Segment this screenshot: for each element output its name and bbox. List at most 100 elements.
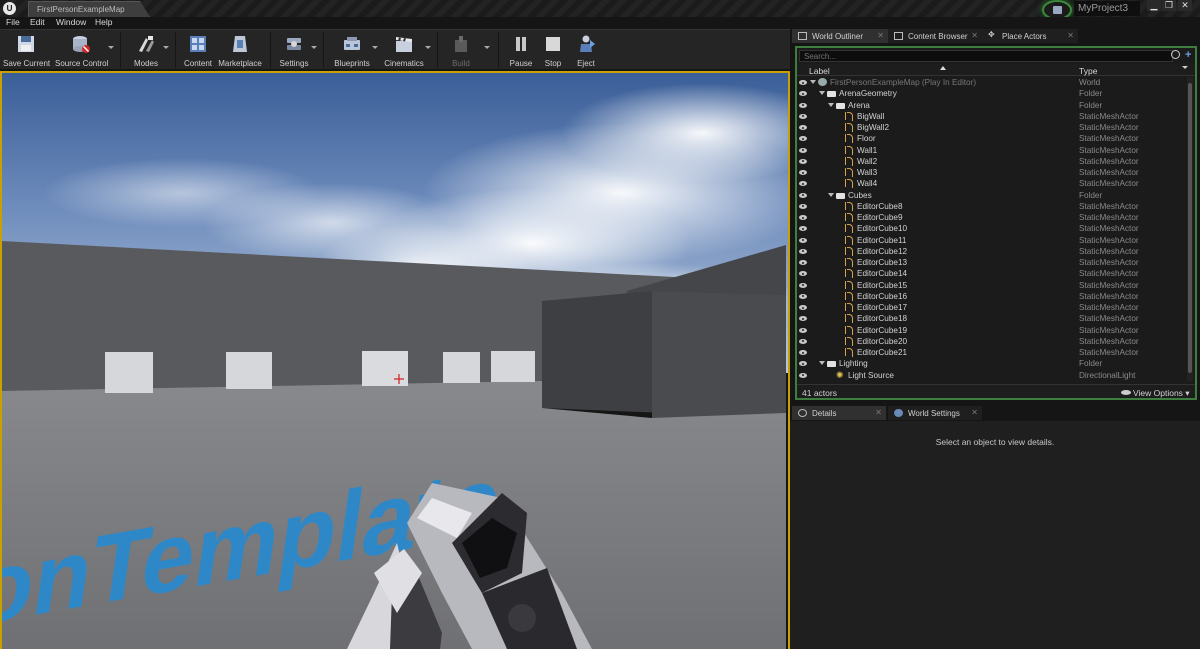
close-button[interactable]: ✕ [1178,0,1192,11]
visibility-eye-icon[interactable] [799,91,807,97]
build-button[interactable]: Build [444,32,478,68]
menu-help[interactable]: Help [95,17,112,27]
table-row[interactable]: EditorCube19 StaticMeshActor [797,325,1187,336]
visibility-eye-icon[interactable] [799,102,807,108]
table-row[interactable]: EditorCube16 StaticMeshActor [797,291,1187,302]
table-row[interactable]: EditorCube13 StaticMeshActor [797,257,1187,268]
tab-world-settings[interactable]: World Settings ✕ [888,406,982,420]
table-row[interactable]: Wall1 StaticMeshActor [797,145,1187,156]
visibility-eye-icon[interactable] [799,237,807,243]
modes-button[interactable]: Modes [128,32,164,68]
close-tab-icon[interactable]: ✕ [877,31,884,40]
visibility-eye-icon[interactable] [799,192,807,198]
table-row[interactable]: ArenaGeometry Folder [797,88,1187,99]
source-control-dropdown-icon[interactable] [108,46,114,49]
cinematics-button[interactable]: Cinematics [383,32,425,68]
cinematics-dropdown-icon[interactable] [425,46,431,49]
scrollbar-thumb[interactable] [1188,83,1192,373]
table-row[interactable]: EditorCube21 StaticMeshActor [797,347,1187,358]
close-tab-icon[interactable]: ✕ [1067,31,1074,40]
marketplace-button[interactable]: Marketplace [218,32,262,68]
table-row[interactable]: EditorCube8 StaticMeshActor [797,201,1187,212]
visibility-eye-icon[interactable] [799,293,807,299]
visibility-eye-icon[interactable] [799,181,807,187]
table-row[interactable]: Lighting Folder [797,358,1187,369]
expand-arrow-icon[interactable] [828,102,834,107]
level-viewport[interactable]: ersonTemplate [0,71,790,649]
menu-edit[interactable]: Edit [30,17,45,27]
table-row[interactable]: EditorCube12 StaticMeshActor [797,246,1187,257]
visibility-eye-icon[interactable] [799,147,807,153]
table-row[interactable]: EditorCube11 StaticMeshActor [797,235,1187,246]
table-row[interactable]: EditorCube9 StaticMeshActor [797,212,1187,223]
visibility-eye-icon[interactable] [799,125,807,130]
stop-button[interactable]: Stop [539,32,567,68]
visibility-eye-icon[interactable] [799,372,807,378]
table-row[interactable]: Wall3 StaticMeshActor [797,167,1187,178]
search-icon[interactable] [1171,50,1180,59]
visibility-eye-icon[interactable] [799,203,807,209]
table-row[interactable]: EditorCube14 StaticMeshActor [797,268,1187,279]
table-row[interactable]: BigWall2 StaticMeshActor [797,122,1187,133]
menu-file[interactable]: File [6,17,20,27]
table-row[interactable]: BigWall StaticMeshActor [797,111,1187,122]
source-control-button[interactable]: Source Control [55,32,108,68]
table-row[interactable]: ✺ Light Source DirectionalLight [797,370,1187,381]
blueprints-button[interactable]: Blueprints [331,32,373,68]
menu-window[interactable]: Window [56,17,86,27]
tab-content-browser[interactable]: Content Browser ✕ [888,29,982,43]
visibility-eye-icon[interactable] [799,136,807,142]
visibility-eye-icon[interactable] [799,113,807,119]
visibility-eye-icon[interactable] [799,271,807,277]
table-row[interactable]: Wall4 StaticMeshActor [797,178,1187,189]
visibility-eye-icon[interactable] [799,80,807,85]
table-row[interactable]: Wall2 StaticMeshActor [797,156,1187,167]
visibility-eye-icon[interactable] [799,158,807,164]
visibility-eye-icon[interactable] [799,248,807,254]
column-label[interactable]: Label [809,66,830,76]
modes-dropdown-icon[interactable] [163,46,169,49]
content-button[interactable]: Content [181,32,215,68]
visibility-eye-icon[interactable] [799,361,807,367]
expand-arrow-icon[interactable] [828,192,834,197]
visibility-eye-icon[interactable] [799,305,807,310]
outliner-scrollbar[interactable] [1187,77,1193,381]
table-row[interactable]: EditorCube17 StaticMeshActor [797,302,1187,313]
level-tab[interactable]: FirstPersonExampleMap [28,1,150,17]
table-row[interactable]: Floor StaticMeshActor [797,133,1187,144]
settings-button[interactable]: Settings [276,32,312,68]
table-row[interactable]: EditorCube10 StaticMeshActor [797,223,1187,234]
visibility-eye-icon[interactable] [799,260,807,265]
tab-place-actors[interactable]: ✥ Place Actors ✕ [982,29,1078,43]
build-dropdown-icon[interactable] [484,46,490,49]
eject-button[interactable]: Eject [572,32,600,68]
table-row[interactable]: Arena Folder [797,100,1187,111]
settings-dropdown-icon[interactable] [311,46,317,49]
close-tab-icon[interactable]: ✕ [971,31,978,40]
visibility-eye-icon[interactable] [799,327,807,333]
save-current-button[interactable]: Save Current [3,32,50,68]
visibility-eye-icon[interactable] [799,282,807,288]
visibility-eye-icon[interactable] [799,316,807,322]
minimize-button[interactable]: ▁ [1147,0,1161,11]
blueprints-dropdown-icon[interactable] [372,46,378,49]
close-tab-icon[interactable]: ✕ [875,408,882,417]
table-row[interactable]: Cubes Folder [797,190,1187,201]
pause-button[interactable]: Pause [506,32,536,68]
visibility-eye-icon[interactable] [799,170,807,175]
view-options-button[interactable]: View Options ▾ [1133,388,1190,399]
expand-arrow-icon[interactable] [810,80,816,84]
visibility-eye-icon[interactable] [799,338,807,344]
tab-world-outliner[interactable]: World Outliner ✕ [792,29,888,43]
table-row[interactable]: EditorCube15 StaticMeshActor [797,280,1187,291]
close-tab-icon[interactable]: ✕ [971,408,978,417]
table-row[interactable]: EditorCube20 StaticMeshActor [797,336,1187,347]
table-row[interactable]: EditorCube18 StaticMeshActor [797,313,1187,324]
column-menu-icon[interactable] [1182,66,1188,69]
tab-details[interactable]: Details ✕ [792,406,886,420]
add-folder-icon[interactable]: + [1185,49,1196,61]
expand-arrow-icon[interactable] [819,91,825,96]
visibility-eye-icon[interactable] [799,350,807,355]
expand-arrow-icon[interactable] [819,361,825,366]
column-type[interactable]: Type [1079,66,1097,76]
